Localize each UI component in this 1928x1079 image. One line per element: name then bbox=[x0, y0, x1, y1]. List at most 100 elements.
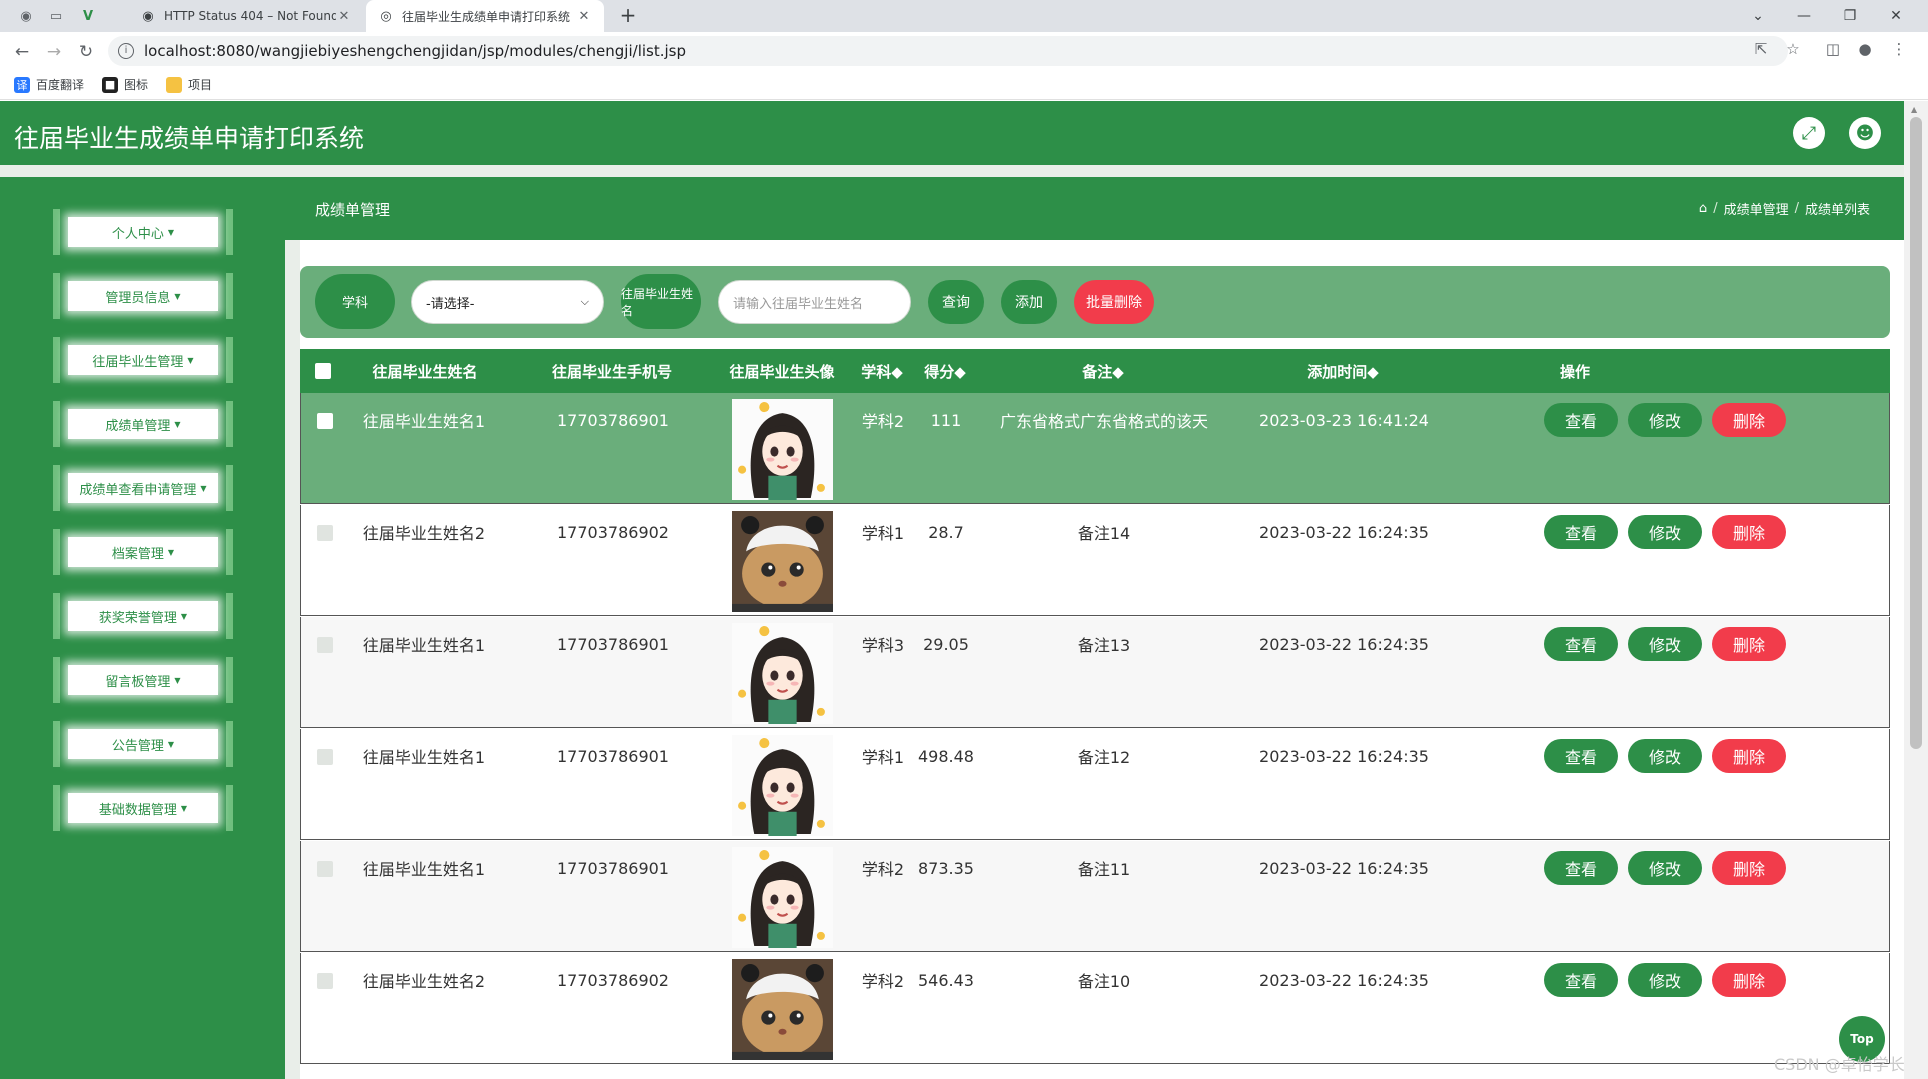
sidebar-item-archives[interactable]: 档案管理 ▼ bbox=[53, 529, 233, 575]
cell-name: 往届毕业生姓名1 bbox=[362, 860, 486, 879]
avatar-girl-image[interactable] bbox=[732, 735, 833, 836]
table-row[interactable]: 往届毕业生姓名1 17703786901 学科2 873.35 备注11 2023-03-… bbox=[300, 841, 1890, 952]
cell-subject: 学科2 bbox=[861, 860, 905, 879]
window-close-icon[interactable]: ✕ bbox=[1874, 0, 1918, 32]
sidebar-item-notices[interactable]: 公告管理 ▼ bbox=[53, 721, 233, 767]
sidebar-item-label: 公告管理 bbox=[111, 738, 164, 754]
info-icon[interactable]: i bbox=[118, 43, 134, 59]
home-icon[interactable]: ⌂ bbox=[1699, 201, 1707, 216]
chevron-down-icon: ⌵ bbox=[580, 295, 589, 308]
bookmark-icons[interactable]: ■ 图标 bbox=[102, 76, 148, 93]
bookmark-project[interactable]: 项目 bbox=[166, 76, 212, 93]
user-icon[interactable]: ☻ bbox=[1849, 117, 1881, 149]
chrome-icon[interactable]: ◉ bbox=[16, 6, 36, 26]
close-icon[interactable]: ✕ bbox=[336, 9, 352, 24]
row-checkbox[interactable] bbox=[317, 637, 333, 653]
minimize-icon[interactable]: — bbox=[1782, 0, 1826, 32]
row-checkbox[interactable] bbox=[317, 973, 333, 989]
back-icon[interactable]: ← bbox=[10, 40, 34, 64]
edit-button[interactable]: 修改 bbox=[1628, 739, 1702, 773]
avatar-cat-image[interactable] bbox=[732, 511, 833, 612]
new-tab-icon[interactable]: + bbox=[616, 4, 640, 28]
scroll-up-icon[interactable]: ▲ bbox=[1911, 105, 1917, 114]
sidebar-item-label: 档案管理 bbox=[111, 546, 164, 562]
sidebar-item-label: 成绩单查看申请管理 bbox=[79, 482, 197, 498]
vue-tab-icon[interactable]: V bbox=[78, 6, 98, 26]
delete-button[interactable]: 删除 bbox=[1712, 515, 1786, 549]
tab-search-icon[interactable]: ⌄ bbox=[1736, 0, 1780, 32]
sidebar-item-basic-data[interactable]: 基础数据管理 ▼ bbox=[53, 785, 233, 831]
delete-button[interactable]: 删除 bbox=[1712, 851, 1786, 885]
sidebar-item-transcripts[interactable]: 成绩单管理 ▼ bbox=[53, 401, 233, 447]
query-button[interactable]: 查询 bbox=[928, 280, 984, 324]
caret-down-icon: ▼ bbox=[200, 483, 207, 493]
sidebar-item-graduates[interactable]: 往届毕业生管理 ▼ bbox=[53, 337, 233, 383]
avatar-cat-image[interactable] bbox=[732, 959, 833, 1060]
table-row[interactable]: 往届毕业生姓名1 17703786901 学科1 498.48 备注12 2023-03-… bbox=[300, 729, 1890, 840]
view-button[interactable]: 查看 bbox=[1544, 627, 1618, 661]
cell-time: 2023-03-22 16:24:35 bbox=[1259, 970, 1429, 990]
breadcrumb-item[interactable]: 成绩单管理 bbox=[1724, 199, 1789, 218]
edit-button[interactable]: 修改 bbox=[1628, 627, 1702, 661]
sidebar-item-awards[interactable]: 获奖荣誉管理 ▼ bbox=[53, 593, 233, 639]
avatar-girl-image[interactable] bbox=[732, 847, 833, 948]
sidebar-item-messages[interactable]: 留言板管理 ▼ bbox=[53, 657, 233, 703]
table-row[interactable]: 往届毕业生姓名1 17703786901 学科3 29.05 备注13 2023-03-2… bbox=[300, 617, 1890, 728]
subject-select[interactable]: -请选择- ⌵ bbox=[411, 280, 604, 324]
cell-time: 2023-03-22 16:24:35 bbox=[1259, 522, 1429, 542]
row-checkbox[interactable] bbox=[317, 861, 333, 877]
page-scrollbar[interactable]: ▲ bbox=[1904, 101, 1928, 1079]
table-row[interactable]: 往届毕业生姓名1 17703786901 学科2 111 广东省格式广东省格式的该天 20… bbox=[300, 393, 1890, 504]
view-button[interactable]: 查看 bbox=[1544, 515, 1618, 549]
delete-button[interactable]: 删除 bbox=[1712, 627, 1786, 661]
header-score[interactable]: 得分◆ bbox=[912, 349, 978, 393]
star-icon[interactable]: ☆ bbox=[1782, 40, 1804, 62]
edit-button[interactable]: 修改 bbox=[1628, 963, 1702, 997]
pinned-tab-icon[interactable]: ▭ bbox=[46, 6, 66, 26]
fullscreen-icon[interactable]: ⤢ bbox=[1793, 117, 1825, 149]
sidebar-item-label: 成绩单管理 bbox=[105, 418, 171, 434]
edit-button[interactable]: 修改 bbox=[1628, 851, 1702, 885]
batch-delete-button[interactable]: 批量删除 bbox=[1074, 280, 1154, 324]
avatar-girl-image[interactable] bbox=[732, 623, 833, 724]
avatar-girl-image[interactable] bbox=[732, 399, 833, 500]
view-button[interactable]: 查看 bbox=[1544, 963, 1618, 997]
row-checkbox[interactable] bbox=[317, 749, 333, 765]
profile-icon[interactable]: ● bbox=[1854, 40, 1876, 62]
row-checkbox[interactable] bbox=[317, 413, 333, 429]
table-row[interactable]: 往届毕业生姓名2 17703786902 学科1 28.7 备注14 2023-03-22… bbox=[300, 505, 1890, 616]
view-button[interactable]: 查看 bbox=[1544, 739, 1618, 773]
close-icon[interactable]: ✕ bbox=[576, 9, 592, 24]
view-button[interactable]: 查看 bbox=[1544, 403, 1618, 437]
bookmark-translate[interactable]: 译 百度翻译 bbox=[14, 76, 84, 93]
url-field[interactable]: i localhost:8080/wangjiebiyeshengchengji… bbox=[108, 36, 1788, 66]
add-button[interactable]: 添加 bbox=[1001, 280, 1057, 324]
name-search-input[interactable]: 请输入往届毕业生姓名 bbox=[718, 280, 911, 324]
row-checkbox[interactable] bbox=[317, 525, 333, 541]
edit-button[interactable]: 修改 bbox=[1628, 403, 1702, 437]
maximize-icon[interactable]: ❐ bbox=[1828, 0, 1872, 32]
delete-button[interactable]: 删除 bbox=[1712, 963, 1786, 997]
tab-404[interactable]: ◉ HTTP Status 404 – Not Found ✕ bbox=[128, 0, 364, 32]
sidepanel-icon[interactable]: ◫ bbox=[1822, 40, 1844, 62]
reload-icon[interactable]: ↻ bbox=[74, 40, 98, 64]
cell-time: 2023-03-22 16:24:35 bbox=[1259, 634, 1429, 654]
delete-button[interactable]: 删除 bbox=[1712, 739, 1786, 773]
forward-icon[interactable]: → bbox=[42, 40, 66, 64]
sidebar-item-admin[interactable]: 管理员信息 ▼ bbox=[53, 273, 233, 319]
sidebar-item-personal[interactable]: 个人中心 ▼ bbox=[53, 209, 233, 255]
header-remark[interactable]: 备注◆ bbox=[983, 349, 1223, 393]
delete-button[interactable]: 删除 bbox=[1712, 403, 1786, 437]
select-all-checkbox[interactable] bbox=[308, 349, 338, 393]
header-time[interactable]: 添加时间◆ bbox=[1233, 349, 1453, 393]
header-subject[interactable]: 学科◆ bbox=[852, 349, 912, 393]
view-button[interactable]: 查看 bbox=[1544, 851, 1618, 885]
search-bar: 学科 -请选择- ⌵ 往届毕业生姓名 请输入往届毕业生姓名 查询 添加 批量删除 bbox=[300, 266, 1890, 338]
share-icon[interactable]: ⇱ bbox=[1750, 40, 1772, 62]
sidebar-item-transcript-requests[interactable]: 成绩单查看申请管理 ▼ bbox=[53, 465, 233, 511]
menu-icon[interactable]: ⋮ bbox=[1888, 40, 1910, 62]
table-row[interactable]: 往届毕业生姓名2 17703786902 学科2 546.43 备注10 2023-03-… bbox=[300, 953, 1890, 1064]
edit-button[interactable]: 修改 bbox=[1628, 515, 1702, 549]
scroll-thumb[interactable] bbox=[1910, 117, 1922, 749]
tab-active[interactable]: ◎ 往届毕业生成绩单申请打印系统 ✕ bbox=[366, 0, 604, 32]
